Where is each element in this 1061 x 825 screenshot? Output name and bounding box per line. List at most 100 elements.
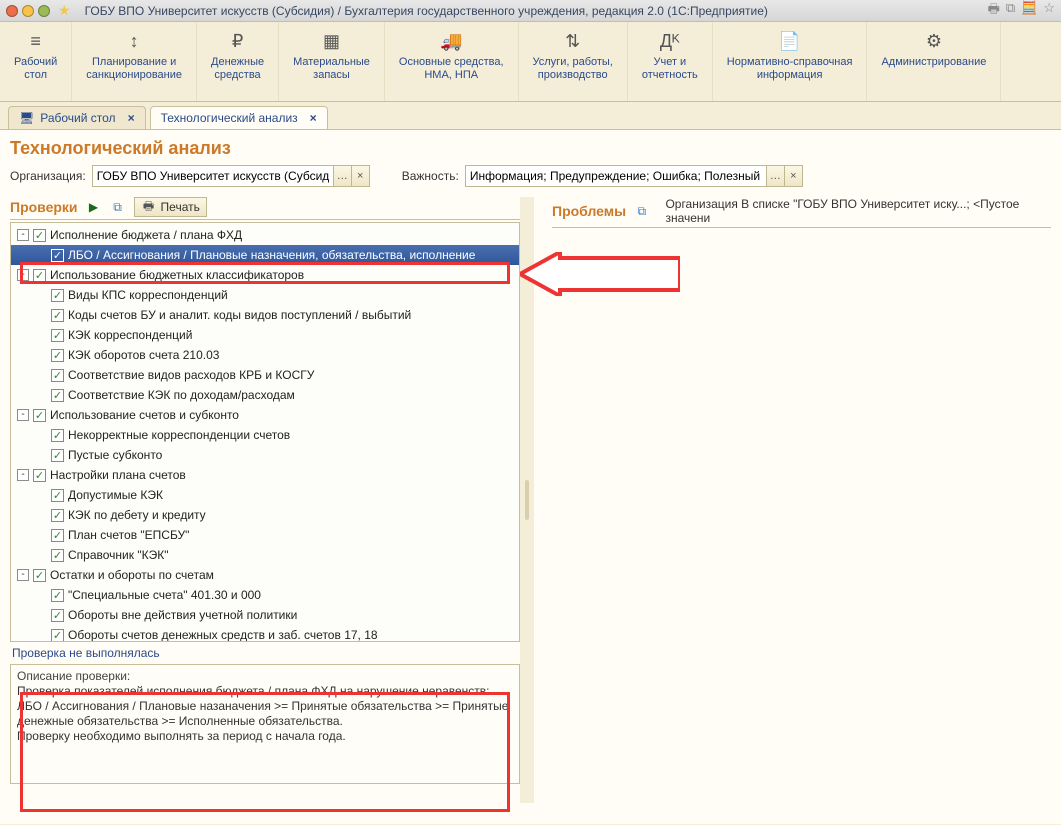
checkbox[interactable]: ✓	[51, 589, 64, 602]
tree-item[interactable]: -✓Настройки плана счетов	[11, 465, 519, 485]
collapse-icon[interactable]: -	[17, 569, 29, 581]
tb-calc-icon[interactable]: 🧮	[1021, 0, 1037, 22]
filter-row: Организация: … × Важность: … ×	[10, 165, 1051, 187]
tree-item[interactable]: ✓Виды КПС корреспонденций	[11, 285, 519, 305]
checkbox[interactable]: ✓	[33, 409, 46, 422]
checkbox[interactable]: ✓	[33, 569, 46, 582]
check-status-link[interactable]: Проверка не выполнялась	[10, 642, 520, 664]
checkbox[interactable]: ✓	[51, 489, 64, 502]
tab-label: Технологический анализ	[161, 111, 298, 125]
importance-select-button[interactable]: …	[766, 166, 784, 186]
services-icon: ⇅	[565, 30, 580, 52]
problems-copy-icon[interactable]: ⧉	[634, 203, 649, 219]
org-picker[interactable]: … ×	[92, 165, 370, 187]
checkbox[interactable]: ✓	[33, 469, 46, 482]
tree-item[interactable]: ✓Обороты счетов денежных средств и заб. …	[11, 625, 519, 642]
window-maximize-icon[interactable]	[38, 5, 50, 17]
run-check-icon[interactable]: ▶	[86, 199, 102, 215]
org-input[interactable]	[93, 166, 333, 186]
print-button[interactable]: 🖶 Печать	[134, 197, 207, 217]
window-minimize-icon[interactable]	[22, 5, 34, 17]
tree-item[interactable]: -✓ Исполнение бюджета / плана ФХД	[11, 225, 519, 245]
tb-star-icon[interactable]: ☆	[1043, 0, 1055, 22]
tree-spacer	[35, 249, 47, 261]
importance-clear-button[interactable]: ×	[784, 166, 802, 186]
section-cash[interactable]: ₽Денежныесредства	[197, 22, 279, 101]
tab-desktop[interactable]: 🖥Рабочий стол×	[8, 106, 146, 129]
tab-close-icon[interactable]: ×	[128, 111, 135, 125]
section-reference[interactable]: 📄Нормативно-справочнаяинформация	[713, 22, 868, 101]
tb-copy-icon[interactable]: ⧉	[1006, 0, 1015, 22]
section-label: Учет иотчетность	[642, 56, 698, 82]
checkbox[interactable]: ✓	[51, 249, 64, 262]
checkbox[interactable]: ✓	[33, 229, 46, 242]
tab-techan[interactable]: Технологический анализ ×	[150, 106, 328, 129]
tree-item[interactable]: ✓КЭК по дебету и кредиту	[11, 505, 519, 525]
column-splitter[interactable]	[520, 197, 534, 803]
planning-icon: ↕	[130, 30, 139, 52]
tree-label: Исполнение бюджета / плана ФХД	[50, 228, 242, 242]
tree-item[interactable]: ✓Справочник "КЭК"	[11, 545, 519, 565]
checkbox[interactable]: ✓	[51, 529, 64, 542]
checkbox[interactable]: ✓	[33, 269, 46, 282]
collapse-icon[interactable]: -	[17, 469, 29, 481]
importance-picker[interactable]: … ×	[465, 165, 803, 187]
checkbox[interactable]: ✓	[51, 629, 64, 642]
tree-item[interactable]: ✓План счетов "ЕПСБУ"	[11, 525, 519, 545]
tree-item[interactable]: ✓ "Специальные счета" 401.30 и 000	[11, 585, 519, 605]
section-desktop[interactable]: ≡Рабочийстол	[0, 22, 72, 101]
tree-spacer	[35, 429, 47, 441]
collapse-icon[interactable]: -	[17, 409, 29, 421]
tree-item[interactable]: ✓Пустые субконто	[11, 445, 519, 465]
tree-item[interactable]: ✓КЭК корреспонденций	[11, 325, 519, 345]
checkbox[interactable]: ✓	[51, 509, 64, 522]
tree-spacer	[35, 289, 47, 301]
tab-label: Рабочий стол	[40, 111, 115, 125]
org-clear-button[interactable]: ×	[351, 166, 369, 186]
window-close-icon[interactable]	[6, 5, 18, 17]
checkbox[interactable]: ✓	[51, 289, 64, 302]
org-select-button[interactable]: …	[333, 166, 351, 186]
collapse-icon[interactable]: -	[17, 229, 29, 241]
tree-item[interactable]: ✓Соответствие видов расходов КРБ и КОСГУ	[11, 365, 519, 385]
tree-item[interactable]: ✓ЛБО / Ассигнования / Плановые назначени…	[11, 245, 519, 265]
checkbox[interactable]: ✓	[51, 349, 64, 362]
tree-item[interactable]: -✓Остатки и обороты по счетам	[11, 565, 519, 585]
tree-item[interactable]: ✓ Коды счетов БУ и аналит. коды видов пос…	[11, 305, 519, 325]
tree-label: "Специальные счета" 401.30 и 000	[68, 588, 261, 602]
tree-item[interactable]: ✓Некорректные корреспонденции счетов	[11, 425, 519, 445]
tree-item[interactable]: -✓Использование счетов и субконто	[11, 405, 519, 425]
tree-item[interactable]: ✓Допустимые КЭК	[11, 485, 519, 505]
section-services[interactable]: ⇅ Услуги, работы,производство	[519, 22, 628, 101]
favorite-star-icon[interactable]: ★	[58, 2, 71, 19]
tree-item[interactable]: ✓Обороты вне действия учетной политики	[11, 605, 519, 625]
section-planning[interactable]: ↕Планирование исанкционирование	[72, 22, 197, 101]
copy-icon[interactable]: ⧉	[110, 199, 126, 215]
section-assets[interactable]: 🚚Основные средства,НМА, НПА	[385, 22, 519, 101]
section-label: Услуги, работы,производство	[533, 56, 613, 82]
checkbox[interactable]: ✓	[51, 429, 64, 442]
cash-icon: ₽	[232, 30, 243, 52]
tb-print-icon[interactable]: 🖶	[988, 0, 1000, 22]
tree-item[interactable]: -✓Использование бюджетных классификаторо…	[11, 265, 519, 285]
tab-close-icon[interactable]: ×	[310, 111, 317, 125]
section-admin[interactable]: ⚙Администрирование	[867, 22, 1001, 101]
checkbox[interactable]: ✓	[51, 329, 64, 342]
tree-spacer	[35, 629, 47, 641]
checkbox[interactable]: ✓	[51, 369, 64, 382]
tree-item[interactable]: ✓Соответствие КЭК по доходам/расходам	[11, 385, 519, 405]
section-label: Материальныезапасы	[293, 56, 370, 82]
checkbox[interactable]: ✓	[51, 549, 64, 562]
checkbox[interactable]: ✓	[51, 449, 64, 462]
collapse-icon[interactable]: -	[17, 269, 29, 281]
checkbox[interactable]: ✓	[51, 309, 64, 322]
importance-input[interactable]	[466, 166, 766, 186]
checks-tree[interactable]: -✓Исполнение бюджета / плана ФХД✓ЛБО / А…	[10, 222, 520, 642]
section-accounting[interactable]: ДᴷУчет иотчетность	[628, 22, 713, 101]
tree-spacer	[35, 489, 47, 501]
section-materials[interactable]: ▦Материальныезапасы	[279, 22, 385, 101]
checkbox[interactable]: ✓	[51, 389, 64, 402]
tree-item[interactable]: ✓КЭК оборотов счета 210.03	[11, 345, 519, 365]
tree-label: Коды счетов БУ и аналит. коды видов пост…	[68, 308, 411, 322]
checkbox[interactable]: ✓	[51, 609, 64, 622]
